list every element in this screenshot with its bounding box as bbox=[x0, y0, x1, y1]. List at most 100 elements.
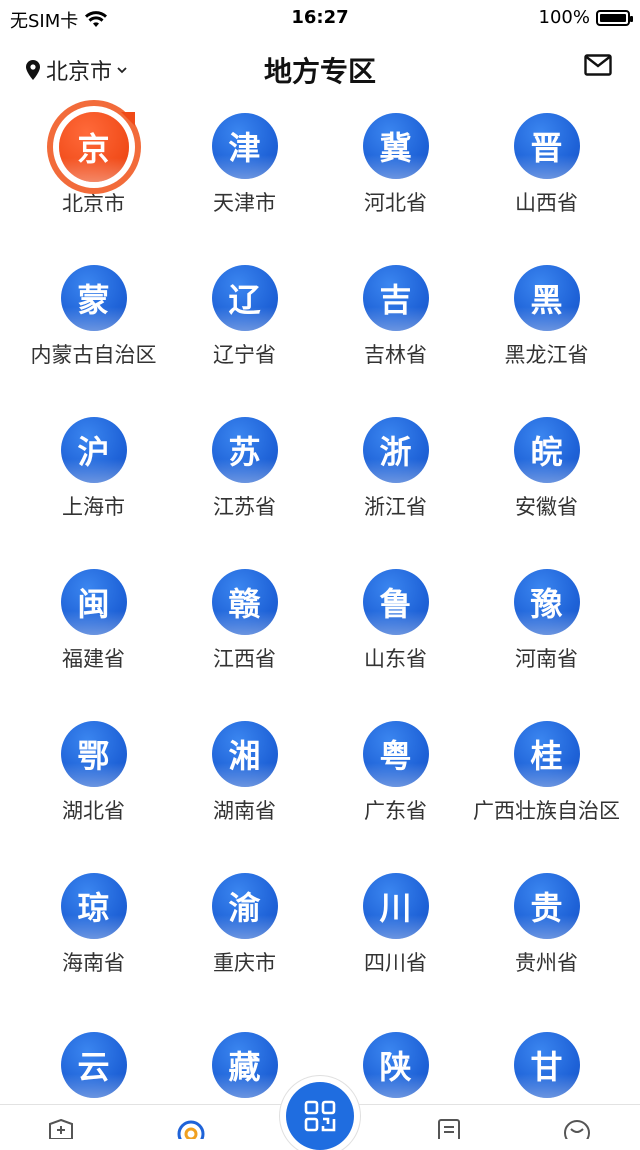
region-name: 广东省 bbox=[364, 798, 427, 820]
region-name: 四川省 bbox=[364, 950, 427, 972]
region-item[interactable]: 川四川省 bbox=[320, 872, 471, 972]
region-badge-selected: 京 bbox=[58, 112, 129, 182]
region-item[interactable]: 沪上海市 bbox=[18, 416, 169, 516]
region-badge-glyph: 藏 bbox=[228, 1048, 261, 1086]
region-badge: 鄂 bbox=[60, 721, 127, 788]
region-item[interactable]: 蒙内蒙古自治区 bbox=[18, 264, 169, 364]
region-item[interactable]: 鄂湖北省 bbox=[18, 720, 169, 820]
region-item[interactable]: 渝重庆市 bbox=[169, 872, 320, 972]
region-item[interactable]: 辽辽宁省 bbox=[169, 264, 320, 364]
region-badge-glyph: 蒙 bbox=[77, 281, 110, 320]
battery-icon bbox=[596, 9, 633, 26]
scan-button[interactable] bbox=[286, 1082, 354, 1150]
region-badge-glyph: 苏 bbox=[228, 433, 261, 472]
tab-profile[interactable] bbox=[562, 1119, 592, 1139]
region-badge-wrap: 豫 bbox=[506, 568, 588, 637]
region-badge: 赣 bbox=[211, 569, 278, 636]
region-badge-glyph: 黑 bbox=[530, 281, 563, 320]
region-badge-wrap: 甘 bbox=[506, 1024, 588, 1106]
region-badge: 辽 bbox=[211, 265, 278, 332]
region-badge: 贵 bbox=[513, 873, 580, 940]
tab-home[interactable] bbox=[46, 1119, 76, 1139]
region-item[interactable]: 黑黑龙江省 bbox=[471, 264, 622, 364]
region-badge-wrap: 桂 bbox=[506, 720, 588, 789]
region-item[interactable]: 桂广西壮族自治区 bbox=[471, 720, 622, 820]
tab-local[interactable] bbox=[176, 1119, 206, 1139]
region-grid: 京北京市津天津市冀河北省晋山西省蒙内蒙古自治区辽辽宁省吉吉林省黑黑龙江省沪上海市… bbox=[18, 112, 622, 1124]
region-badge: 甘 bbox=[513, 1032, 580, 1098]
region-badge-wrap: 吉 bbox=[355, 264, 437, 333]
region-badge-glyph: 渝 bbox=[228, 889, 261, 928]
status-bar: 无SIM卡 16:27 100% bbox=[0, 0, 640, 34]
region-badge-wrap: 皖 bbox=[506, 416, 588, 485]
region-badge-glyph: 云 bbox=[77, 1048, 110, 1086]
region-badge-wrap: 黑 bbox=[506, 264, 588, 333]
region-name: 内蒙古自治区 bbox=[30, 342, 157, 364]
region-badge-wrap: 湘 bbox=[204, 720, 286, 789]
region-name: 河南省 bbox=[515, 646, 578, 668]
region-badge: 皖 bbox=[513, 417, 580, 484]
region-item[interactable]: 浙浙江省 bbox=[320, 416, 471, 516]
region-item[interactable]: 皖安徽省 bbox=[471, 416, 622, 516]
region-badge: 浙 bbox=[362, 417, 429, 484]
page-title: 地方专区 bbox=[263, 55, 376, 88]
region-item[interactable]: 贵贵州省 bbox=[471, 872, 622, 972]
tab-documents[interactable] bbox=[434, 1119, 464, 1139]
region-item[interactable]: 琼海南省 bbox=[18, 872, 169, 972]
region-badge-wrap: 浙 bbox=[355, 416, 437, 485]
region-name: 湖南省 bbox=[213, 798, 276, 820]
region-badge-glyph: 琼 bbox=[77, 889, 110, 928]
region-badge: 蒙 bbox=[60, 265, 127, 332]
region-badge-glyph: 桂 bbox=[530, 737, 563, 776]
region-badge-wrap: 川 bbox=[355, 872, 437, 941]
region-item[interactable]: 赣江西省 bbox=[169, 568, 320, 668]
region-badge-wrap: 津 bbox=[204, 112, 286, 181]
region-name: 安徽省 bbox=[515, 494, 578, 516]
region-name: 江苏省 bbox=[213, 494, 276, 516]
region-badge-glyph: 川 bbox=[379, 889, 412, 928]
region-badge-glyph: 冀 bbox=[379, 129, 412, 168]
shield-plus-icon bbox=[49, 1119, 73, 1139]
document-icon bbox=[438, 1119, 460, 1139]
region-item[interactable]: 津天津市 bbox=[169, 112, 320, 212]
region-badge: 黑 bbox=[513, 265, 580, 332]
region-badge-glyph: 豫 bbox=[530, 585, 563, 624]
region-item[interactable]: 苏江苏省 bbox=[169, 416, 320, 516]
mail-icon[interactable] bbox=[584, 54, 612, 76]
region-badge-glyph: 陕 bbox=[379, 1048, 412, 1086]
region-badge-glyph: 甘 bbox=[530, 1048, 563, 1086]
region-item[interactable]: 冀河北省 bbox=[320, 112, 471, 212]
region-badge-wrap: 闽 bbox=[53, 568, 135, 637]
region-badge-wrap: 陕 bbox=[355, 1024, 437, 1106]
region-item[interactable]: 湘湖南省 bbox=[169, 720, 320, 820]
region-name: 海南省 bbox=[62, 950, 125, 972]
region-item[interactable]: 鲁山东省 bbox=[320, 568, 471, 668]
region-name: 上海市 bbox=[62, 494, 125, 516]
region-name: 广西壮族自治区 bbox=[473, 798, 620, 820]
region-name: 河北省 bbox=[364, 190, 427, 212]
region-item[interactable]: 闽福建省 bbox=[18, 568, 169, 668]
region-name: 重庆市 bbox=[213, 950, 276, 972]
region-badge-glyph: 吉 bbox=[379, 281, 412, 320]
region-item[interactable]: 晋山西省 bbox=[471, 112, 622, 212]
region-badge-glyph: 津 bbox=[228, 129, 261, 168]
region-badge-glyph: 赣 bbox=[228, 585, 261, 624]
page-header: 北京市 地方专区 bbox=[0, 34, 640, 100]
region-badge: 琼 bbox=[60, 873, 127, 940]
region-badge: 鲁 bbox=[362, 569, 429, 636]
region-name: 山东省 bbox=[364, 646, 427, 668]
region-item[interactable]: 吉吉林省 bbox=[320, 264, 471, 364]
region-name: 北京市 bbox=[62, 192, 125, 212]
region-badge: 桂 bbox=[513, 721, 580, 788]
region-item[interactable]: 豫河南省 bbox=[471, 568, 622, 668]
region-item[interactable]: 京北京市 bbox=[18, 112, 169, 212]
region-badge-wrap: 苏 bbox=[204, 416, 286, 485]
region-item[interactable]: 粤广东省 bbox=[320, 720, 471, 820]
region-badge: 吉 bbox=[362, 265, 429, 332]
region-name: 天津市 bbox=[213, 190, 276, 212]
region-badge-glyph: 粤 bbox=[379, 737, 412, 776]
region-badge: 川 bbox=[362, 873, 429, 940]
region-badge: 苏 bbox=[211, 417, 278, 484]
region-badge-wrap: 鲁 bbox=[355, 568, 437, 637]
region-badge-wrap: 辽 bbox=[204, 264, 286, 333]
